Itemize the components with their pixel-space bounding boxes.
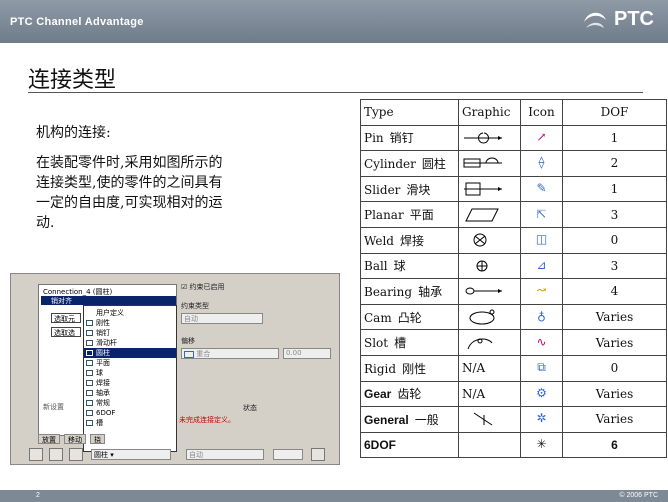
slot-icon: ∿ xyxy=(536,334,547,349)
select-field-2[interactable]: 选取选 xyxy=(51,327,81,337)
weld-graphic xyxy=(458,226,521,254)
planar-graphic xyxy=(458,201,521,228)
menu-item-ball[interactable]: 球 xyxy=(84,368,176,378)
constraint-type-select[interactable]: 自动 xyxy=(181,313,263,324)
table-row: Pin 销钉 ↗ 1 xyxy=(360,124,667,152)
table-row: Ball 球 ⊿ 3 xyxy=(360,252,667,280)
header-icon: Icon xyxy=(520,99,563,126)
cylinder-icon: ⟠ xyxy=(538,155,545,170)
menu-item-general[interactable]: 常规 xyxy=(84,398,176,408)
menu-item-bearing[interactable]: 轴承 xyxy=(84,388,176,398)
menu-item-rigid[interactable]: 刚性 xyxy=(84,318,176,328)
table-row: Gear 齿轮 N/A ⚙ Varies xyxy=(360,380,667,408)
header-bar: PTC Channel Advantage PTC xyxy=(0,0,668,43)
cam-icon: ♁ xyxy=(537,309,546,324)
title-divider xyxy=(28,92,643,93)
pin-graphic xyxy=(458,124,521,152)
joint-types-table: Type Graphic Icon DOF Pin 销钉 ↗ 1 Cylinder 圆柱… xyxy=(360,99,667,459)
status-message: 未完成连接定义。 xyxy=(179,416,235,424)
constraint-type-label: 约束类型 xyxy=(181,302,209,310)
offset-select[interactable]: 重合 xyxy=(181,348,279,359)
value-input[interactable] xyxy=(273,449,303,460)
offset-label: 偏移 xyxy=(181,337,195,345)
table-row: Bearing 轴承 ↝ 4 xyxy=(360,278,667,305)
table-row: Cam 凸轮 ♁ Varies xyxy=(360,303,667,331)
menu-item-pin[interactable]: 销钉 xyxy=(84,328,176,338)
connection-type-select[interactable]: 圆柱 ▾ xyxy=(91,449,171,460)
table-header-row: Type Graphic Icon DOF xyxy=(360,99,667,126)
planar-icon: ⇱ xyxy=(536,206,547,221)
menu-item-cylinder[interactable]: 圆柱 xyxy=(84,348,176,358)
menu-item-planar[interactable]: 平面 xyxy=(84,358,176,368)
table-row: Cylinder 圆柱 ⟠ 2 xyxy=(360,150,667,177)
header-dof: DOF xyxy=(562,99,667,126)
page-number: 2 xyxy=(36,492,40,499)
menu-item-weld[interactable]: 焊接 xyxy=(84,378,176,388)
menu-item-6dof[interactable]: 6DOF xyxy=(84,408,176,418)
table-row: General 一般 ✲ Varies xyxy=(360,406,667,433)
footer-bar: 2 © 2006 PTC xyxy=(0,490,668,502)
table-row: Weld 焊接 ◫ 0 xyxy=(360,226,667,254)
offset-value-input[interactable]: 0.00 xyxy=(283,348,331,359)
toolbar-button-1[interactable] xyxy=(29,448,43,461)
tab-move[interactable]: 移动 xyxy=(64,434,86,444)
copyright: © 2006 PTC xyxy=(619,492,658,499)
paragraph-2: 在装配零件时,采用如图所示的连接类型,使的零件的之间具有一定的自由度,可实现相对… xyxy=(36,155,223,231)
toolbar-button-3[interactable] xyxy=(69,448,83,461)
menu-item-slider[interactable]: 滑动杆 xyxy=(84,338,176,348)
table-row: Planar 平面 ⇱ 3 xyxy=(360,201,667,228)
table-row: 6DOF ✳ 6 xyxy=(360,431,667,459)
general-icon: ✲ xyxy=(536,411,547,426)
toolbar-button-2[interactable] xyxy=(49,448,63,461)
slot-graphic xyxy=(458,329,521,356)
constraint-enabled-checkbox[interactable]: ☑ 约束已启用 xyxy=(181,282,225,292)
dialog-tabs: 放置 移动 挠 xyxy=(38,434,178,444)
ball-graphic xyxy=(458,252,521,280)
paragraph-1: 机构的连接: xyxy=(36,125,111,141)
table-row: Slot 槽 ∿ Varies xyxy=(360,329,667,356)
slider-graphic xyxy=(458,175,521,203)
new-set-label[interactable]: 新设置 xyxy=(43,402,64,412)
table-row: Slider 滑块 ✎ 1 xyxy=(360,175,667,203)
cylinder-graphic xyxy=(458,150,521,177)
header-type: Type xyxy=(360,99,459,126)
6dof-icon: ✳ xyxy=(536,437,547,452)
page-title: 连接类型 xyxy=(28,68,117,93)
bearing-icon: ↝ xyxy=(536,283,547,298)
toolbar-button-4[interactable] xyxy=(311,448,325,461)
slider-icon: ✎ xyxy=(536,181,547,196)
tree-selected-item[interactable]: 销对齐 xyxy=(41,296,176,305)
ball-icon: ⊿ xyxy=(536,257,547,272)
cam-graphic xyxy=(458,303,521,331)
bearing-graphic xyxy=(458,278,521,305)
connection-dialog: Connection_4 (圆柱) 销对齐 选取元 选取选 新设置 用户定义 刚… xyxy=(10,273,340,465)
tab-placement[interactable]: 放置 xyxy=(38,434,60,444)
rigid-icon: ⧉ xyxy=(537,360,546,375)
menu-item-user-defined[interactable]: 用户定义 xyxy=(84,308,176,318)
general-graphic xyxy=(458,406,521,433)
mode-select[interactable]: 自动 xyxy=(186,449,264,460)
brand-text: PTC Channel Advantage xyxy=(10,16,144,28)
dialog-toolbar: 圆柱 ▾ 自动 xyxy=(21,447,339,463)
header-graphic: Graphic xyxy=(458,99,521,126)
table-row: Rigid 刚性 N/A ⧉ 0 xyxy=(360,354,667,382)
status-label: 状态 xyxy=(243,404,257,412)
ptc-logo: PTC xyxy=(584,8,654,31)
pin-icon: ↗ xyxy=(536,129,547,144)
connection-type-menu[interactable]: 用户定义 刚性 销钉 滑动杆 圆柱 平面 球 焊接 轴承 常规 6DOF 槽 xyxy=(83,305,177,452)
menu-item-slot[interactable]: 槽 xyxy=(84,418,176,428)
select-field-1[interactable]: 选取元 xyxy=(51,313,81,323)
body-text: 机构的连接: 在装配零件时,采用如图所示的连接类型,使的零件的之间具有一定的自由… xyxy=(36,123,236,243)
tab-flex[interactable]: 挠 xyxy=(90,434,105,444)
weld-icon: ◫ xyxy=(535,232,548,247)
gear-icon: ⚙ xyxy=(536,385,547,400)
